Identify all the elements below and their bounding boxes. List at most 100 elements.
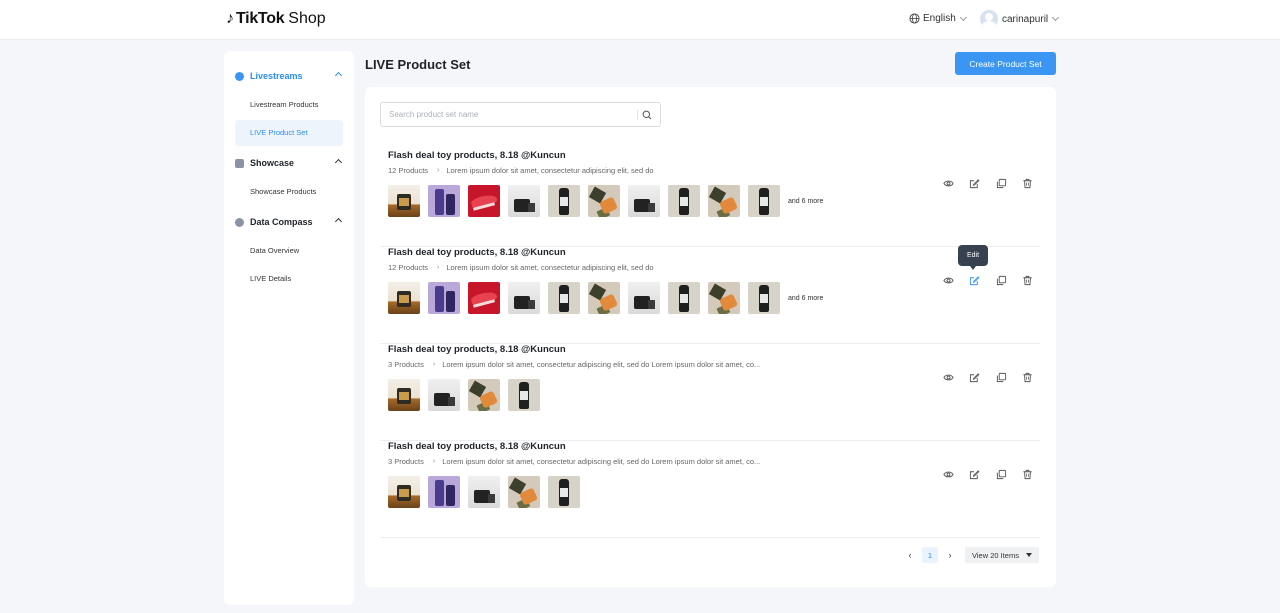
copy-icon[interactable] [995,274,1007,286]
tiktok-shop-logo[interactable]: ♪ TikTok Shop [226,10,326,28]
compass-icon [235,217,244,227]
sidebar-item-live-product-set[interactable]: LIVE Product Set [235,120,343,146]
product-set-title[interactable]: Flash deal toy products, 8.18 @Kuncun [388,247,566,258]
product-set-title[interactable]: Flash deal toy products, 8.18 @Kuncun [388,441,566,452]
product-thumbnail[interactable] [748,185,780,217]
sidebar: Livestreams Livestream Products LIVE Pro… [224,51,354,605]
product-set-title[interactable]: Flash deal toy products, 8.18 @Kuncun [388,150,566,161]
product-thumbnail[interactable] [468,476,500,508]
product-thumbnail[interactable] [388,282,420,314]
product-thumbnail[interactable] [548,185,580,217]
tiktok-note-icon: ♪ [226,10,234,27]
copy-icon[interactable] [995,468,1007,480]
more-products-label[interactable]: and 6 more [788,295,823,302]
product-thumbnail[interactable] [708,282,740,314]
delete-icon[interactable] [1022,468,1034,480]
delete-icon[interactable] [1022,274,1034,286]
sidebar-item-data-overview[interactable]: Data Overview [235,238,343,264]
sidebar-group-label: Data Compass [250,217,313,227]
product-thumbnail[interactable] [588,282,620,314]
product-thumbnail[interactable] [468,185,500,217]
edit-icon[interactable] [969,371,981,383]
page-size-label: View 20 Items [972,550,1019,560]
product-thumbnail[interactable] [508,379,540,411]
avatar [980,10,998,28]
product-thumbnail[interactable] [508,476,540,508]
product-set-row: Flash deal toy products, 8.18 @Kuncun 3 P… [380,344,1040,441]
product-thumbnail[interactable] [468,379,500,411]
product-set-row: Flash deal toy products, 8.18 @Kuncun 12 … [380,247,1040,344]
product-count: 12 Products [388,263,429,272]
search-input[interactable] [389,110,629,119]
product-thumbnail[interactable] [588,185,620,217]
product-thumbnail[interactable] [388,185,420,217]
copy-icon[interactable] [995,371,1007,383]
top-bar: ♪ TikTok Shop English carinapuril [0,0,1280,40]
edit-icon[interactable] [969,177,981,189]
user-menu[interactable]: carinapuril [980,10,1060,28]
delete-icon[interactable] [1022,177,1034,189]
product-thumbnail[interactable] [628,185,660,217]
showcase-icon [235,158,244,168]
page-size-select[interactable]: View 20 Items [965,547,1039,563]
page-number-button[interactable]: 1 [922,547,938,563]
chevron-up-icon [334,158,343,167]
more-products-label[interactable]: and 6 more [788,198,823,205]
product-thumbnail[interactable] [548,282,580,314]
chevron-up-icon [334,71,343,80]
product-thumbnail[interactable] [388,476,420,508]
product-thumbnail[interactable] [428,282,460,314]
view-icon[interactable] [942,468,954,480]
product-set-meta: 12 Products › Lorem ipsum dolor sit amet, … [388,166,654,175]
product-thumbnail[interactable] [428,185,460,217]
copy-icon[interactable] [995,177,1007,189]
view-icon[interactable] [942,274,954,286]
sidebar-group-data-compass[interactable]: Data Compass [235,217,343,227]
sidebar-item-showcase-products[interactable]: Showcase Products [235,179,343,205]
product-set-description: Lorem ipsum dolor sit amet, consectetur … [446,263,654,272]
sidebar-item-live-details[interactable]: LIVE Details [235,266,343,292]
product-thumbnail[interactable] [668,282,700,314]
sidebar-group-label: Livestreams [250,71,303,81]
edit-icon[interactable] [969,274,981,286]
delete-icon[interactable] [1022,371,1034,383]
product-thumbnail[interactable] [748,282,780,314]
create-product-set-button[interactable]: Create Product Set [955,52,1056,75]
product-thumbnail[interactable] [548,476,580,508]
product-thumbnail[interactable] [428,379,460,411]
language-selector[interactable]: English [909,13,967,24]
product-thumbnail[interactable] [508,282,540,314]
view-icon[interactable] [942,177,954,189]
product-set-description: Lorem ipsum dolor sit amet, consectetur … [442,457,761,466]
product-set-meta: 12 Products › Lorem ipsum dolor sit amet, … [388,263,654,272]
caret-down-icon [1025,553,1032,557]
sidebar-group-label: Showcase [250,158,295,168]
product-thumbnail[interactable] [508,185,540,217]
next-page-button[interactable]: › [945,550,955,560]
product-thumbnails: and 6 more [388,282,823,314]
sidebar-group-showcase[interactable]: Showcase [235,158,343,168]
chevron-right-icon: › [432,361,436,368]
chevron-right-icon: › [437,167,440,174]
product-set-row: Flash deal toy products, 8.18 @Kuncun 12 … [380,150,1040,247]
product-set-description: Lorem ipsum dolor sit amet, consectetur … [442,360,761,369]
product-set-title[interactable]: Flash deal toy products, 8.18 @Kuncun [388,344,566,355]
row-actions [942,468,1048,480]
sidebar-item-livestream-products[interactable]: Livestream Products [235,92,343,118]
sidebar-group-livestreams[interactable]: Livestreams [235,71,343,81]
product-thumbnail[interactable] [388,379,420,411]
product-set-meta: 3 Products › Lorem ipsum dolor sit amet, c… [388,360,760,369]
product-count: 12 Products [388,166,429,175]
product-set-panel: Flash deal toy products, 8.18 @Kuncun 12 … [365,87,1056,587]
search-icon[interactable] [642,110,652,120]
language-label: English [923,13,956,24]
edit-icon[interactable] [969,468,981,480]
product-thumbnail[interactable] [468,282,500,314]
search-box[interactable] [380,102,661,127]
product-thumbnail[interactable] [428,476,460,508]
product-thumbnail[interactable] [668,185,700,217]
product-thumbnail[interactable] [708,185,740,217]
view-icon[interactable] [942,371,954,383]
product-thumbnail[interactable] [628,282,660,314]
prev-page-button[interactable]: ‹ [905,550,915,560]
